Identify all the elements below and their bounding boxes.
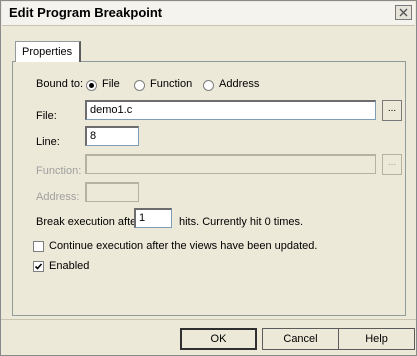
radio-file-label[interactable]: File [102, 78, 120, 90]
enabled-label[interactable]: Enabled [49, 260, 89, 272]
function-browse-button[interactable]: ... [382, 154, 402, 175]
break-after-input[interactable]: 1 [134, 208, 172, 228]
hit-count-text: hits. Currently hit 0 times. [179, 216, 304, 228]
address-label: Address: [36, 191, 80, 203]
close-icon [399, 8, 408, 17]
close-button[interactable] [395, 5, 412, 20]
break-after-label: Break execution after: [36, 216, 144, 228]
title-bar[interactable]: Edit Program Breakpoint [2, 2, 415, 26]
ok-button[interactable]: OK [180, 328, 257, 350]
cancel-button[interactable]: Cancel [262, 328, 339, 350]
file-label: File: [36, 110, 57, 122]
help-button[interactable]: Help [338, 328, 415, 350]
line-input[interactable]: 8 [85, 126, 139, 146]
button-area-divider [1, 319, 416, 320]
radio-function[interactable] [134, 80, 145, 91]
function-label: Function: [36, 165, 82, 177]
address-input[interactable] [85, 182, 139, 202]
continue-execution-label[interactable]: Continue execution after the views have … [49, 240, 317, 252]
radio-address-label[interactable]: Address [219, 78, 259, 90]
line-label: Line: [36, 136, 60, 148]
tab-properties-label: Properties [22, 46, 73, 58]
tab-properties[interactable]: Properties [15, 41, 81, 62]
function-input[interactable] [85, 154, 376, 174]
file-browse-button[interactable]: ... [382, 100, 402, 121]
dialog-title: Edit Program Breakpoint [9, 5, 163, 20]
checkmark-icon [34, 263, 43, 270]
continue-execution-checkbox[interactable] [33, 241, 44, 252]
bound-to-label: Bound to: [36, 78, 84, 90]
radio-file[interactable] [86, 80, 97, 91]
enabled-checkbox[interactable] [33, 261, 44, 272]
file-input[interactable]: demo1.c [85, 100, 376, 120]
radio-function-label[interactable]: Function [150, 78, 192, 90]
radio-address[interactable] [203, 80, 214, 91]
edit-breakpoint-dialog: Edit Program Breakpoint Properties Bound… [0, 0, 417, 356]
